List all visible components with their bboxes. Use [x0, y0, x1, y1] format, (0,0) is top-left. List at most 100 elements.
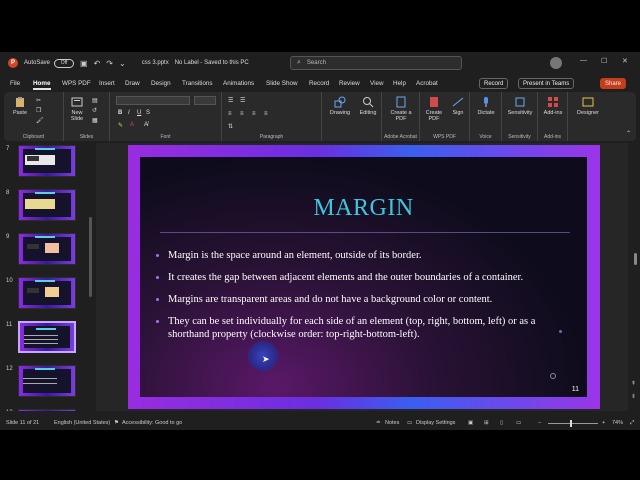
collapse-ribbon-icon[interactable]: ⌃ [626, 130, 631, 137]
font-name-box[interactable] [116, 96, 190, 105]
present-in-teams-button[interactable]: Present in Teams [518, 78, 575, 89]
tab-wps-pdf[interactable]: WPS PDF [62, 80, 91, 87]
designer-button[interactable]: Designer [572, 96, 604, 116]
bullet-list[interactable]: Margin is the space around an element, o… [156, 249, 576, 350]
cut-icon[interactable]: ✂ [36, 97, 41, 104]
text-direction-icon[interactable]: ⇅ [228, 123, 233, 130]
bullets-icon[interactable]: ☰ [228, 97, 233, 104]
tab-home[interactable]: Home [33, 80, 51, 90]
reset-icon[interactable]: ↺ [92, 107, 97, 114]
tab-insert[interactable]: Insert [99, 80, 115, 87]
format-painter-icon[interactable]: 🖌 [36, 117, 44, 124]
language-status[interactable]: English (United States) [54, 420, 110, 426]
redo-icon[interactable]: ↷ [106, 59, 113, 68]
editing-button[interactable]: Editing [356, 96, 380, 116]
justify-icon[interactable]: ≡ [264, 111, 268, 117]
create-pdf-wps-button[interactable]: Create PDF [422, 96, 446, 122]
slide-thumbnail[interactable] [18, 365, 76, 397]
slide-thumbnail[interactable] [18, 145, 76, 177]
create-pdf-button[interactable]: Create a PDF [386, 96, 416, 122]
new-slide-button[interactable]: New Slide [66, 96, 88, 122]
scrollbar-thumb[interactable] [634, 253, 637, 265]
tab-view[interactable]: View [370, 80, 384, 87]
tab-acrobat[interactable]: Acrobat [416, 80, 438, 87]
prev-slide-icon[interactable]: ⇞ [631, 380, 636, 387]
sensitivity-status[interactable]: No Label - Saved to this PC [175, 60, 249, 66]
highlight-icon[interactable]: ✎ [118, 122, 123, 129]
clear-format-icon[interactable]: A̸ [144, 122, 148, 128]
addins-group-label: Add-ins [544, 134, 561, 140]
canvas-scrollbar[interactable]: ⇞ ⇟ [629, 143, 640, 411]
thumbnail-scrollbar[interactable] [89, 217, 92, 297]
search-placeholder: Search [306, 60, 326, 66]
search-input[interactable]: ⌕ Search [290, 56, 462, 70]
addins-button[interactable]: Add-ins [540, 96, 566, 116]
tab-transitions[interactable]: Transitions [182, 80, 213, 87]
numbering-icon[interactable]: ☰ [240, 97, 245, 104]
bold-icon[interactable]: B [118, 110, 122, 116]
layout-icon[interactable]: ▤ [92, 97, 98, 104]
share-button[interactable]: Share [600, 78, 627, 89]
zoom-level[interactable]: 74% [612, 420, 623, 426]
align-center-icon[interactable]: ≡ [240, 111, 244, 117]
title-bar: P AutoSave Off ▣ ↶ ↷ ⌄ css 3.pptx No Lab… [0, 52, 640, 74]
slide-title[interactable]: MARGIN [140, 195, 587, 222]
tab-help[interactable]: Help [393, 80, 406, 87]
fit-slide-icon[interactable]: ⤢ [630, 420, 634, 427]
tab-animations[interactable]: Animations [223, 80, 254, 87]
slide-sorter-icon[interactable]: ⊞ [484, 420, 489, 426]
next-slide-icon[interactable]: ⇟ [631, 393, 636, 400]
notes-button[interactable]: Notes [385, 420, 399, 426]
slideshow-icon[interactable]: ▭ [516, 420, 521, 426]
slide-thumbnail[interactable] [18, 189, 76, 221]
dictate-button[interactable]: Dictate [472, 96, 500, 116]
file-name[interactable]: css 3.pptx [142, 60, 169, 66]
font-group: B I U S ✎ A A̸ Font [110, 92, 222, 141]
slide-thumbnail-selected[interactable] [18, 321, 76, 353]
autosave-toggle[interactable]: Off [54, 58, 75, 68]
copy-icon[interactable]: ❐ [36, 107, 41, 114]
tab-review[interactable]: Review [339, 80, 360, 87]
tab-draw[interactable]: Draw [125, 80, 140, 87]
strikethrough-icon[interactable]: S [146, 110, 150, 116]
sign-button[interactable]: Sign [448, 96, 468, 116]
font-size-box[interactable] [194, 96, 216, 105]
addins-icon [548, 97, 558, 107]
zoom-slider-knob[interactable] [570, 420, 572, 427]
close-icon[interactable]: ✕ [622, 57, 628, 65]
align-right-icon[interactable]: ≡ [252, 111, 256, 117]
zoom-in-icon[interactable]: + [602, 420, 605, 426]
maximize-icon[interactable]: ☐ [601, 57, 607, 65]
record-button[interactable]: Record [479, 78, 509, 89]
powerpoint-logo-icon: P [8, 58, 18, 68]
customize-qat-icon[interactable]: ⌄ [119, 59, 126, 68]
adobe-acrobat-group: Create a PDF Adobe Acrobat [382, 92, 420, 141]
tab-slide-show[interactable]: Slide Show [266, 80, 298, 87]
italic-icon[interactable]: I [128, 110, 130, 116]
slide-thumbnail[interactable] [18, 277, 76, 309]
tab-record[interactable]: Record [309, 80, 329, 87]
slide-thumbnail[interactable] [18, 409, 76, 411]
save-icon[interactable]: ▣ [80, 59, 88, 68]
tab-design[interactable]: Design [151, 80, 171, 87]
zoom-slider[interactable] [548, 423, 598, 424]
section-icon[interactable]: ▦ [92, 117, 98, 124]
underline-icon[interactable]: U [137, 110, 141, 116]
tab-file[interactable]: File [10, 80, 20, 87]
paste-button[interactable]: Paste [10, 96, 30, 116]
zoom-out-icon[interactable]: − [538, 420, 541, 426]
minimize-icon[interactable]: — [580, 57, 587, 64]
font-color-icon[interactable]: A [130, 122, 134, 128]
undo-icon[interactable]: ↶ [94, 59, 101, 68]
sensitivity-button[interactable]: Sensitivity [504, 96, 536, 116]
drawing-button[interactable]: Drawing [326, 96, 354, 116]
avatar[interactable] [550, 57, 562, 69]
align-left-icon[interactable]: ≡ [228, 111, 232, 117]
reading-view-icon[interactable]: ▯ [500, 420, 503, 426]
microphone-icon [484, 97, 488, 107]
display-settings-button[interactable]: Display Settings [416, 420, 455, 426]
accessibility-status[interactable]: Accessibility: Good to go [122, 420, 182, 426]
normal-view-icon[interactable]: ▣ [468, 420, 473, 426]
slide[interactable]: MARGIN Margin is the space around an ele… [128, 145, 600, 409]
slide-thumbnail[interactable] [18, 233, 76, 265]
